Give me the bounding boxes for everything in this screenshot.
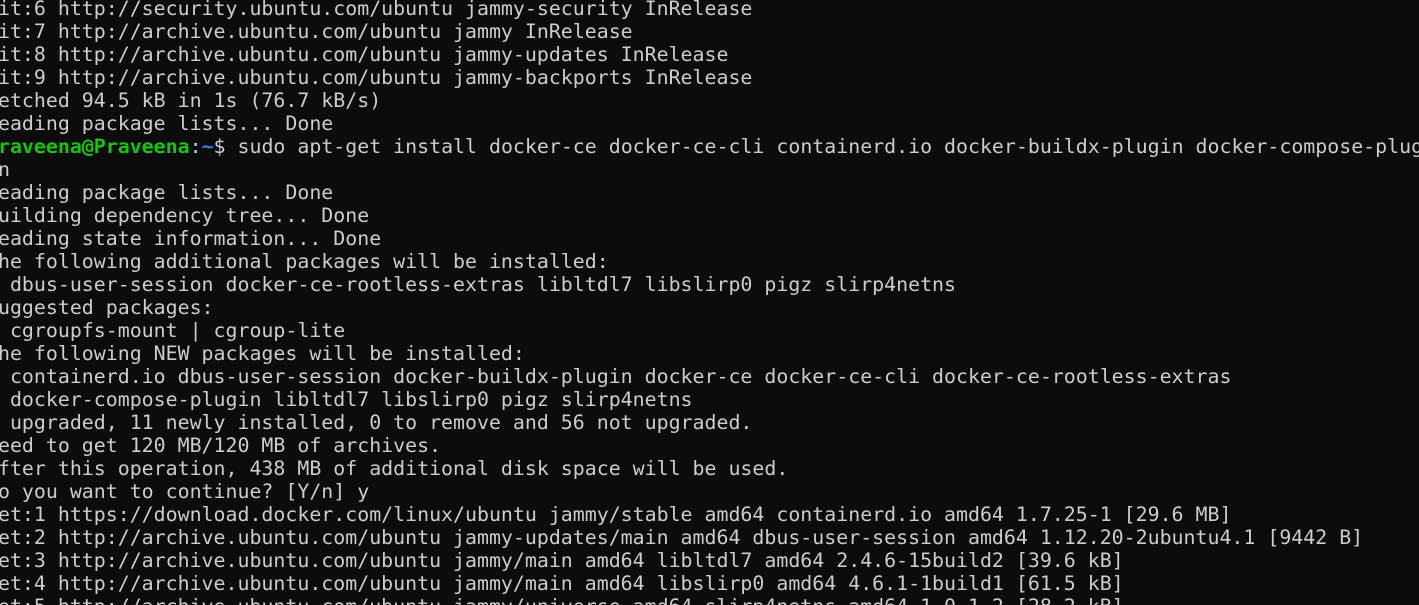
prompt-symbol: $ bbox=[213, 135, 238, 158]
prompt-colon: : bbox=[189, 135, 202, 158]
terminal-line: The following additional packages will b… bbox=[0, 250, 609, 273]
terminal-window[interactable]: Hit:6 http://security.ubuntu.com/ubuntu … bbox=[0, 0, 1419, 605]
terminal-line: containerd.io dbus-user-session docker-b… bbox=[0, 365, 1232, 388]
terminal-line: Get:5 http://archive.ubuntu.com/ubuntu j… bbox=[0, 595, 1419, 605]
terminal-line: Reading package lists... Done bbox=[0, 112, 334, 135]
prompt-line: Praveena@Praveena:~$ sudo apt-get instal… bbox=[0, 135, 1419, 158]
terminal-line: Hit:8 http://archive.ubuntu.com/ubuntu j… bbox=[0, 43, 729, 66]
terminal-line: Fetched 94.5 kB in 1s (76.7 kB/s) bbox=[0, 89, 382, 112]
terminal-line: Need to get 120 MB/120 MB of archives. bbox=[0, 434, 442, 457]
terminal-line: Do you want to continue? [Y/n] y bbox=[0, 480, 370, 503]
command-text: sudo apt-get install docker-ce docker-ce… bbox=[237, 135, 1419, 158]
terminal-line: Building dependency tree... Done bbox=[0, 204, 370, 227]
terminal-line: Get:4 http://archive.ubuntu.com/ubuntu j… bbox=[0, 572, 1124, 595]
terminal-line: dbus-user-session docker-ce-rootless-ext… bbox=[0, 273, 956, 296]
terminal-line: Hit:9 http://archive.ubuntu.com/ubuntu j… bbox=[0, 66, 753, 89]
terminal-line: Reading state information... Done bbox=[0, 227, 382, 250]
terminal-line: Get:2 http://archive.ubuntu.com/ubuntu j… bbox=[0, 526, 1364, 549]
terminal-line: Reading package lists... Done bbox=[0, 181, 334, 204]
terminal-line: Hit:7 http://archive.ubuntu.com/ubuntu j… bbox=[0, 20, 633, 43]
terminal-line: After this operation, 438 MB of addition… bbox=[0, 457, 789, 480]
terminal-line: The following NEW packages will be insta… bbox=[0, 342, 525, 365]
terminal-line: Hit:6 http://security.ubuntu.com/ubuntu … bbox=[0, 0, 753, 20]
prompt-user-host: Praveena@Praveena bbox=[0, 135, 190, 158]
terminal-line: in bbox=[0, 158, 10, 181]
terminal-output: Hit:6 http://security.ubuntu.com/ubuntu … bbox=[0, 0, 1419, 605]
terminal-line: 0 upgraded, 11 newly installed, 0 to rem… bbox=[0, 411, 753, 434]
prompt-path: ~ bbox=[201, 135, 214, 158]
terminal-line: Suggested packages: bbox=[0, 296, 214, 319]
terminal-line: cgroupfs-mount | cgroup-lite bbox=[0, 319, 346, 342]
terminal-line: docker-compose-plugin libltdl7 libslirp0… bbox=[0, 388, 693, 411]
terminal-line: Get:1 https://download.docker.com/linux/… bbox=[0, 503, 1232, 526]
terminal-line: Get:3 http://archive.ubuntu.com/ubuntu j… bbox=[0, 549, 1124, 572]
